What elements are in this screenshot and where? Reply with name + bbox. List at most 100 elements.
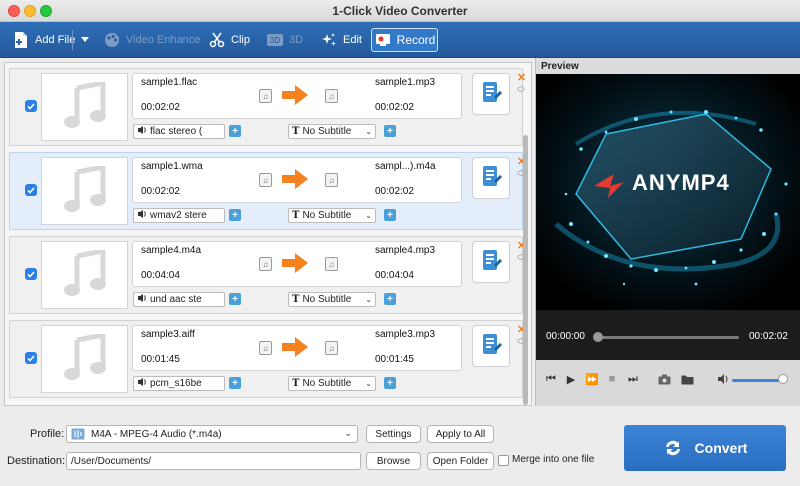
apply-to-all-button[interactable]: Apply to All	[427, 425, 494, 443]
audio-track-select[interactable]: pcm_s16be	[133, 375, 225, 391]
target-file-name: sampl...).m4a	[375, 161, 436, 172]
row-checkbox[interactable]	[25, 100, 37, 112]
row-checkbox[interactable]	[25, 184, 37, 196]
target-format-icon: ♫	[325, 89, 338, 103]
open-snapshot-folder-button[interactable]	[680, 372, 694, 386]
chevron-down-icon	[76, 31, 94, 49]
subtitle-value: No Subtitle	[302, 293, 352, 305]
speaker-icon	[137, 209, 147, 222]
target-format-icon: ♫	[325, 257, 338, 271]
subtitle-group: T No Subtitle ⌄ +	[288, 207, 396, 223]
add-audio-icon[interactable]: +	[229, 377, 241, 389]
settings-button[interactable]: Settings	[366, 425, 421, 443]
subtitle-group: T No Subtitle ⌄ +	[288, 123, 396, 139]
subtitle-value: No Subtitle	[302, 377, 352, 389]
audio-track-value: und aac ste	[150, 293, 202, 305]
audio-track-select[interactable]: wmav2 stere	[133, 207, 225, 223]
source-file-name: sample1.flac	[141, 77, 198, 88]
fast-forward-button[interactable]: ⏩	[585, 372, 599, 386]
clip-button[interactable]: Clip	[208, 30, 250, 50]
row-checkbox[interactable]	[25, 268, 37, 280]
add-file-dropdown-button[interactable]	[76, 30, 94, 50]
row-edit-button[interactable]	[472, 157, 510, 199]
audio-track-group: flac stereo ( +	[133, 123, 241, 139]
row-edit-button[interactable]	[472, 241, 510, 283]
volume-track[interactable]	[732, 379, 782, 382]
volume-knob[interactable]	[778, 374, 788, 384]
seek-track[interactable]	[597, 336, 739, 339]
record-icon	[374, 31, 392, 49]
move-down-icon[interactable]: ﹀	[516, 90, 526, 98]
row-edit-button[interactable]	[472, 325, 510, 367]
add-audio-icon[interactable]: +	[229, 293, 241, 305]
chevron-down-icon: ⌄	[365, 294, 372, 304]
source-file-name: sample1.wma	[141, 161, 203, 172]
audio-track-select[interactable]: flac stereo (	[133, 123, 225, 139]
subtitle-group: T No Subtitle ⌄ +	[288, 375, 396, 391]
add-audio-icon[interactable]: +	[229, 209, 241, 221]
subtitle-select[interactable]: T No Subtitle ⌄	[288, 375, 376, 391]
file-list-scrollbar[interactable]	[523, 135, 528, 405]
add-subtitle-icon[interactable]: +	[384, 377, 396, 389]
target-duration: 00:02:02	[375, 186, 414, 197]
video-enhance-button[interactable]: Video Enhance	[103, 30, 200, 50]
convert-button[interactable]: Convert	[624, 425, 786, 471]
play-icon: ▶	[566, 373, 576, 386]
stop-button[interactable]: ■	[605, 372, 619, 386]
audio-track-value: flac stereo (	[150, 125, 203, 137]
row-thumbnail	[41, 325, 128, 393]
toolbar: Add File Video Enhance Clip 3D 3D Edit R	[0, 22, 800, 58]
open-folder-button[interactable]: Open Folder	[427, 452, 494, 470]
audio-track-value: wmav2 stere	[150, 209, 207, 221]
profile-value: M4A - MPEG-4 Audio (*.m4a)	[91, 428, 222, 440]
subtitle-select[interactable]: T No Subtitle ⌄	[288, 207, 376, 223]
audio-track-value: pcm_s16be	[150, 377, 202, 389]
destination-input[interactable]: /User/Documents/	[66, 452, 361, 470]
skip-forward-button[interactable]: ⏭	[626, 372, 640, 386]
3d-icon: 3D	[266, 31, 284, 49]
audio-track-select[interactable]: und aac ste	[133, 291, 225, 307]
add-file-button[interactable]: Add File	[12, 30, 75, 50]
edit-label: Edit	[343, 34, 362, 46]
destination-value: /User/Documents/	[71, 455, 152, 467]
add-subtitle-icon[interactable]: +	[384, 125, 396, 137]
browse-button[interactable]: Browse	[366, 452, 421, 470]
edit-button[interactable]: Edit	[320, 30, 362, 50]
edit-file-icon	[480, 81, 502, 108]
convert-label: Convert	[694, 440, 748, 456]
clip-label: Clip	[231, 34, 250, 46]
source-duration: 00:04:04	[141, 270, 180, 281]
row-info-box: sample3.aiff 00:01:45 ♫ ♫ sample3.mp3 00…	[132, 325, 462, 371]
file-row[interactable]: sample4.m4a 00:04:04 ♫ ♫ sample4.mp3 00:…	[9, 236, 526, 314]
file-row[interactable]: sample3.aiff 00:01:45 ♫ ♫ sample3.mp3 00…	[9, 320, 526, 398]
profile-select[interactable]: M4A - MPEG-4 Audio (*.m4a) ⌄	[66, 425, 358, 443]
fast-forward-icon: ⏩	[585, 373, 599, 386]
row-info-box: sample1.flac 00:02:02 ♫ ♫ sample1.mp3 00…	[132, 73, 462, 119]
row-edit-button[interactable]	[472, 73, 510, 115]
skip-back-button[interactable]: ⏮	[544, 372, 558, 386]
row-checkbox[interactable]	[25, 352, 37, 364]
play-button[interactable]: ▶	[564, 372, 578, 386]
music-note-icon	[63, 79, 107, 133]
record-button[interactable]: Record	[371, 28, 438, 52]
source-format-icon: ♫	[259, 173, 272, 187]
add-subtitle-icon[interactable]: +	[384, 209, 396, 221]
merge-checkbox[interactable]	[498, 455, 509, 466]
file-row[interactable]: sample1.wma 00:02:02 ♫ ♫ sampl...).m4a 0…	[9, 152, 526, 230]
profile-label: Profile:	[30, 428, 65, 440]
convert-icon	[665, 440, 680, 456]
preview-video: ANYMP4	[536, 74, 800, 310]
subtitle-select[interactable]: T No Subtitle ⌄	[288, 291, 376, 307]
toolbar-divider	[72, 30, 73, 50]
file-row[interactable]: sample1.flac 00:02:02 ♫ ♫ sample1.mp3 00…	[9, 68, 526, 146]
add-audio-icon[interactable]: +	[229, 125, 241, 137]
snapshot-button[interactable]	[657, 372, 671, 386]
subtitle-select[interactable]: T No Subtitle ⌄	[288, 123, 376, 139]
row-info-box: sample1.wma 00:02:02 ♫ ♫ sampl...).m4a 0…	[132, 157, 462, 203]
seek-knob[interactable]	[593, 332, 603, 342]
3d-button[interactable]: 3D 3D	[266, 30, 303, 50]
add-subtitle-icon[interactable]: +	[384, 293, 396, 305]
volume-button[interactable]	[716, 372, 730, 386]
scissors-icon	[208, 31, 226, 49]
music-note-icon	[63, 331, 107, 385]
